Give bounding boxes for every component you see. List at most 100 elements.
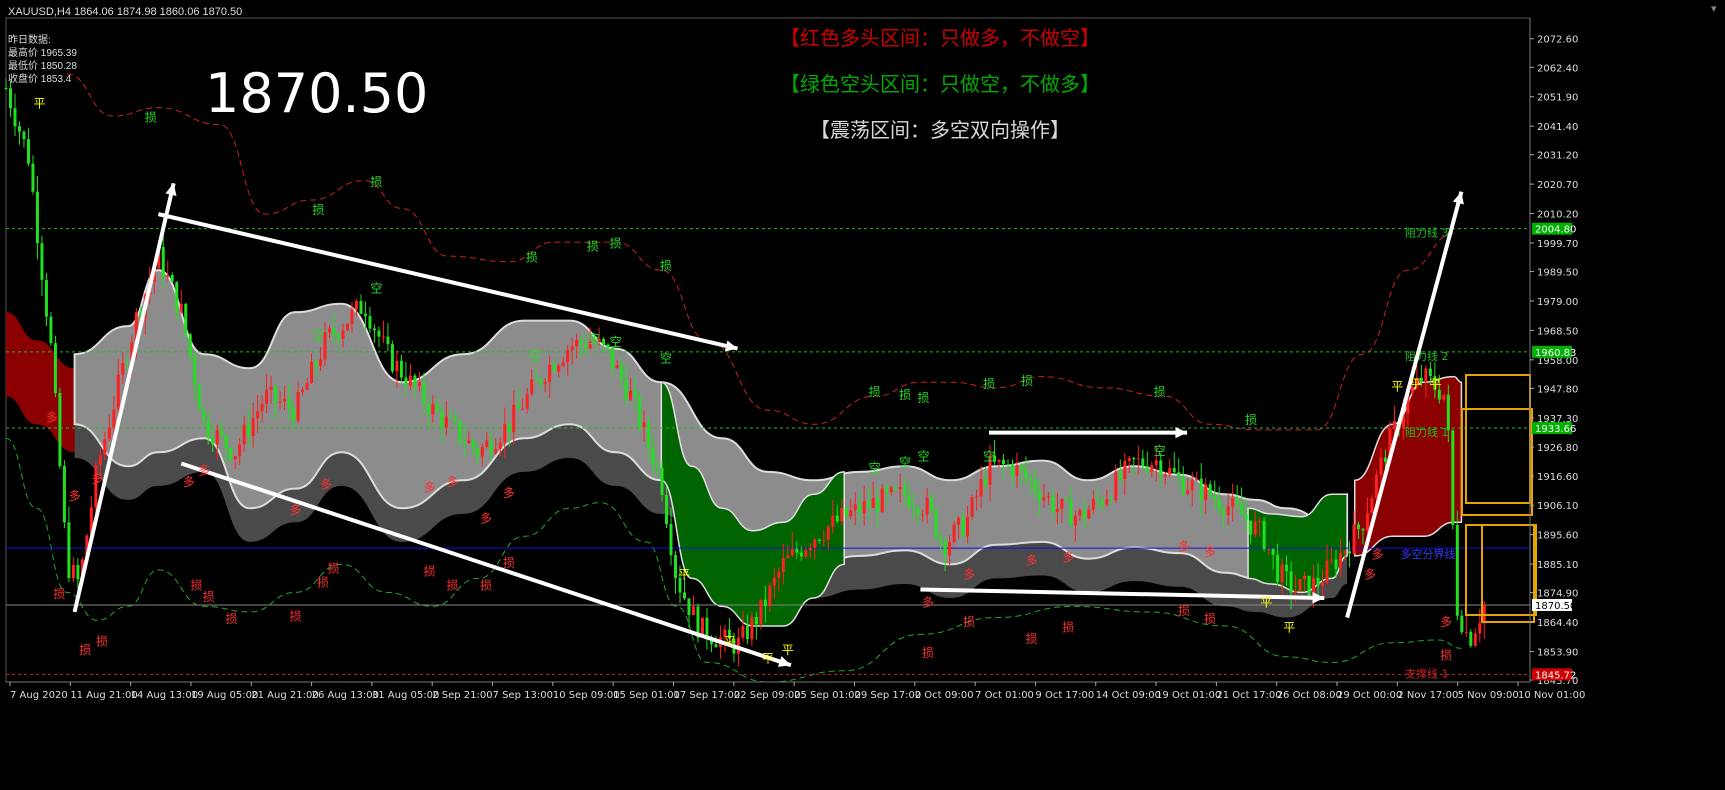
candle-body: [966, 516, 970, 537]
candle-body: [1451, 430, 1455, 525]
candle-body: [1267, 548, 1271, 550]
candle-body: [633, 390, 637, 397]
signal-marker: 损: [1026, 632, 1038, 646]
candle-body: [530, 379, 534, 395]
candle-body: [247, 424, 251, 437]
signal-marker: 损: [526, 251, 538, 265]
candle-body: [1469, 631, 1473, 646]
candle-body: [1262, 521, 1266, 550]
candle-body: [1163, 474, 1167, 477]
candle-body: [1046, 496, 1050, 498]
candle-body: [301, 389, 305, 393]
candle-body: [206, 419, 210, 438]
candle-body: [413, 375, 417, 387]
candle-body: [889, 487, 893, 493]
x-tick-label: 15 Sep 01:00: [613, 690, 680, 701]
candle-body: [1307, 575, 1311, 596]
candle-body: [1141, 458, 1145, 467]
signal-marker: 损: [899, 388, 911, 402]
candle-body: [431, 404, 435, 415]
candle-body: [1037, 491, 1041, 501]
candle-body: [98, 455, 102, 465]
candle-body: [494, 448, 498, 454]
signal-marker: 多: [503, 486, 515, 500]
candle-body: [363, 313, 367, 317]
candle-body: [647, 422, 651, 448]
candle-body: [485, 440, 489, 447]
signal-marker: 多: [1372, 548, 1384, 562]
candle-body: [1460, 615, 1464, 633]
signal-marker: 多: [922, 595, 934, 609]
signal-marker: 损: [917, 391, 929, 405]
candle-body: [377, 330, 381, 337]
candle-body: [858, 504, 862, 514]
candle-body: [1249, 520, 1253, 535]
candle-body: [1028, 478, 1032, 481]
signal-marker: 空: [1154, 444, 1166, 458]
x-tick-label: 14 Oct 09:00: [1096, 690, 1161, 701]
x-tick-label: 10 Nov 01:00: [1518, 690, 1585, 701]
level-label-3: 多空分界线: [1400, 547, 1455, 561]
level-label-2: 阻力线 1: [1405, 425, 1449, 439]
signal-marker: 多: [1062, 551, 1074, 565]
candle-body: [175, 281, 179, 312]
candle-body: [1316, 577, 1320, 587]
y-tick-label: 1989.50: [1537, 268, 1578, 279]
candle-body: [287, 398, 291, 409]
candle-body: [1002, 459, 1006, 465]
close-icon[interactable]: ▾: [1711, 2, 1721, 15]
candle-body: [359, 301, 363, 314]
signal-marker: 空: [983, 450, 995, 464]
candle-body: [404, 377, 408, 386]
y-tick-label: 1947.80: [1537, 384, 1578, 395]
candle-body: [1204, 484, 1208, 501]
signal-marker: 多: [183, 475, 195, 489]
signal-marker: 损: [1204, 612, 1216, 626]
candle-body: [1186, 490, 1190, 494]
candle-body: [651, 447, 655, 466]
candle-body: [471, 440, 475, 449]
x-tick-label: 31 Aug 05:00: [372, 690, 439, 701]
candle-body: [1343, 551, 1347, 554]
candle-body: [444, 416, 448, 428]
candle-body: [1352, 524, 1356, 554]
candle-body: [817, 539, 821, 541]
signal-marker: 损: [1021, 374, 1033, 388]
candle-body: [328, 328, 332, 333]
candle-body: [507, 423, 511, 433]
candle-body: [1285, 564, 1289, 572]
daily-title: 昨日数据:: [8, 35, 51, 46]
candle-body: [1424, 368, 1428, 383]
daily-high: 最高价 1965.39: [8, 48, 77, 59]
candle-body: [620, 365, 624, 380]
candle-body: [1473, 633, 1477, 646]
candle-body: [26, 139, 30, 164]
candle-body: [624, 379, 628, 400]
candle-body: [665, 495, 669, 524]
candle-body: [251, 418, 255, 437]
signal-marker: 损: [963, 615, 975, 629]
candle-body: [1181, 476, 1185, 494]
candle-body: [462, 441, 466, 444]
candle-body: [62, 466, 66, 523]
signal-marker: 平: [1260, 595, 1272, 609]
candle-body: [1132, 457, 1136, 460]
bear-zone-banner: 【绿色空头区间：只做空，不做多】: [780, 72, 1100, 96]
candle-body: [979, 479, 983, 497]
candle-body: [660, 467, 664, 496]
x-tick-label: 2 Nov 17:00: [1397, 690, 1458, 701]
range-zone-banner: 【震荡区间：多空双向操作】: [810, 118, 1070, 142]
level-label-1: 阻力线 2: [1405, 349, 1449, 363]
candle-body: [1446, 394, 1450, 431]
candle-body: [319, 359, 323, 366]
signal-marker: 平: [678, 567, 690, 581]
price-tag-label: 1960.83: [1535, 348, 1576, 359]
candle-body: [831, 515, 835, 527]
candle-body: [849, 510, 853, 517]
candle-body: [215, 430, 219, 445]
candle-body: [211, 437, 215, 445]
candle-body: [516, 404, 520, 409]
candle-body: [1298, 579, 1302, 591]
candle-body: [1240, 504, 1244, 515]
candle-body: [754, 616, 758, 625]
